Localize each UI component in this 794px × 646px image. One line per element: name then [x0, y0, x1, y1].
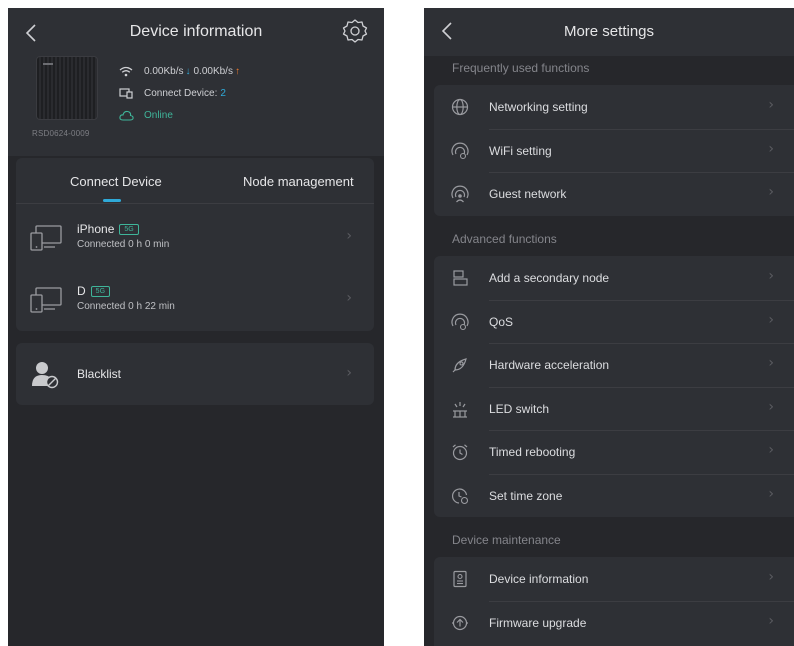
row-label: Device information: [489, 572, 589, 586]
timed-rebooting-row[interactable]: Timed rebooting ›: [434, 430, 794, 474]
chevron-right-icon: ›: [768, 612, 774, 629]
status-badge: Online: [144, 109, 173, 121]
chevron-right-icon: ›: [768, 311, 774, 328]
row-label: LED switch: [489, 401, 550, 416]
chevron-right-icon: ›: [768, 485, 774, 502]
device-maintenance-card: Device information › Firmware upgrade ›: [434, 557, 794, 646]
blacklist-label: Blacklist: [77, 367, 122, 381]
device-information-row[interactable]: Device information ›: [434, 557, 794, 601]
tab-bar: Connect Device Node management: [16, 158, 374, 204]
globe-icon: [451, 98, 469, 116]
device-row-d[interactable]: D 5G Connected 0 h 22 min ›: [16, 268, 374, 330]
section-heading: Advanced functions: [452, 232, 557, 246]
row-label: QoS: [489, 314, 514, 329]
wifi-icon: [451, 142, 469, 159]
clock-icon: [451, 487, 469, 504]
chevron-right-icon: ›: [768, 442, 774, 458]
row-label: Networking setting: [489, 100, 588, 114]
chevron-right-icon: ›: [346, 365, 352, 381]
device-icon: [30, 225, 62, 251]
chevron-right-icon: ›: [346, 290, 352, 306]
device-id: RSD0624-0009: [32, 129, 90, 138]
band-badge: 5G: [90, 285, 111, 297]
alarm-clock-icon: [452, 444, 468, 461]
device-name-text: iPhone: [77, 222, 115, 236]
section-heading: Device maintenance: [452, 533, 561, 547]
networking-setting-row[interactable]: Networking setting ›: [434, 85, 794, 129]
device-information-screen: Device information RSD0624-0009 0.00Kb/s…: [8, 8, 384, 646]
row-label: Set time zone: [489, 488, 563, 503]
firmware-upgrade-row[interactable]: Firmware upgrade ›: [434, 600, 794, 645]
device-info-icon: [453, 570, 467, 588]
qos-icon: [451, 313, 469, 330]
chevron-right-icon: ›: [346, 228, 352, 244]
connected-time: Connected 0 h 22 min: [77, 301, 175, 312]
device-name-text: D: [77, 284, 86, 298]
device-icon: [30, 287, 62, 313]
wifi-icon: [118, 65, 134, 77]
upload-arrow-icon: ↑: [234, 65, 240, 77]
connected-time: Connected 0 h 0 min: [77, 239, 170, 250]
section-heading: Frequently used functions: [452, 61, 590, 75]
device-name: D 5G: [77, 284, 111, 298]
frequent-functions-card: Networking setting › WiFi setting › Gues…: [434, 85, 794, 216]
speed-row: 0.00Kb/s ↓ 0.00Kb/s ↑: [118, 65, 240, 77]
connected-devices-icon: [118, 87, 134, 99]
page-title: More settings: [563, 23, 655, 40]
connect-row: Connect Device: 2: [118, 87, 226, 99]
row-label: Guest network: [489, 187, 567, 201]
row-label: Firmware upgrade: [489, 615, 587, 630]
chevron-right-icon: ›: [768, 140, 774, 157]
hardware-acceleration-row[interactable]: Hardware acceleration ›: [434, 343, 794, 387]
led-icon: [453, 401, 467, 418]
blacklist-user-icon: [32, 362, 59, 389]
page-title: Device information: [129, 23, 263, 40]
gear-icon[interactable]: [342, 18, 368, 44]
band-badge: 5G: [119, 223, 139, 235]
guest-network-icon: [451, 185, 469, 203]
device-header: Device information RSD0624-0009 0.00Kb/s…: [8, 8, 384, 156]
secondary-node-icon: [453, 270, 468, 286]
wifi-setting-row[interactable]: WiFi setting ›: [434, 128, 794, 173]
connect-count: 2: [220, 87, 226, 99]
chevron-right-icon: ›: [768, 184, 774, 200]
rocket-icon: [452, 358, 467, 373]
chevron-right-icon: ›: [768, 569, 774, 585]
advanced-functions-card: Add a secondary node › QoS › Hardware ac…: [434, 256, 794, 517]
set-time-zone-row[interactable]: Set time zone ›: [434, 473, 794, 518]
row-label: Timed rebooting: [489, 445, 576, 459]
chevron-right-icon: ›: [768, 355, 774, 371]
device-row-iphone[interactable]: iPhone 5G Connected 0 h 0 min ›: [16, 206, 374, 268]
chevron-right-icon: ›: [768, 268, 774, 284]
more-settings-screen: More settings Frequently used functions …: [424, 8, 794, 646]
active-tab-indicator: [103, 199, 121, 202]
tab-node-management[interactable]: Node management: [243, 174, 354, 189]
status-row: Online: [118, 109, 173, 121]
chevron-right-icon: ›: [768, 97, 774, 113]
back-icon[interactable]: [438, 20, 458, 42]
download-arrow-icon: ↓: [185, 65, 191, 77]
chevron-right-icon: ›: [768, 398, 774, 415]
row-label: WiFi setting: [489, 143, 552, 158]
row-label: Hardware acceleration: [489, 358, 610, 372]
router-image: [36, 56, 98, 120]
settings-header: More settings: [424, 8, 794, 56]
add-secondary-node-row[interactable]: Add a secondary node ›: [434, 256, 794, 300]
connect-label: Connect Device:: [144, 87, 218, 99]
led-switch-row[interactable]: LED switch ›: [434, 386, 794, 431]
tab-connect-device[interactable]: Connect Device: [70, 174, 162, 189]
connected-devices-card: Connect Device Node management iPhone 5G…: [16, 158, 374, 331]
row-label: Add a secondary node: [489, 271, 610, 285]
cloud-icon: [118, 109, 134, 121]
guest-network-row[interactable]: Guest network ›: [434, 172, 794, 216]
blacklist-row[interactable]: Blacklist ›: [16, 343, 374, 405]
qos-row[interactable]: QoS ›: [434, 299, 794, 344]
upload-speed: 0.00Kb/s: [193, 65, 233, 77]
upgrade-icon: [452, 615, 468, 630]
device-name: iPhone 5G: [77, 222, 139, 236]
download-speed: 0.00Kb/s: [144, 65, 184, 77]
